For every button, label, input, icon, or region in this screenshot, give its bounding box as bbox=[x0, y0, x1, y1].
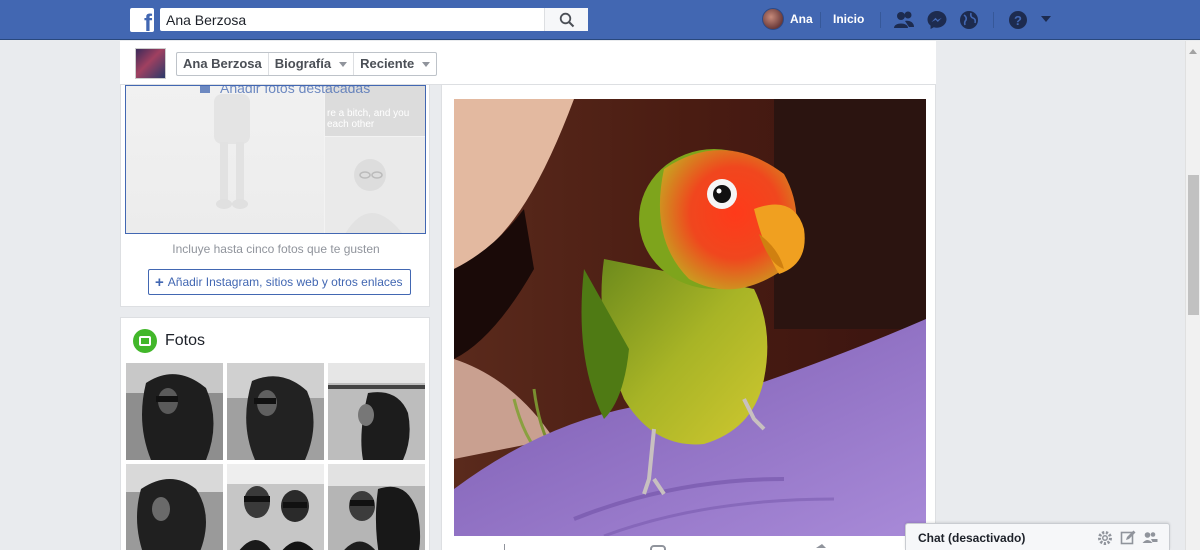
post-actions bbox=[454, 540, 926, 550]
photos-icon bbox=[133, 329, 157, 353]
home-link[interactable]: Inicio bbox=[833, 12, 864, 26]
search-icon bbox=[559, 12, 574, 27]
tab-timeline[interactable]: Biografía bbox=[269, 53, 355, 75]
add-links-button[interactable]: + Añadir Instagram, sitios web y otros e… bbox=[148, 269, 411, 295]
person-silhouette-image bbox=[214, 94, 250, 209]
share-icon[interactable] bbox=[816, 544, 826, 550]
divider bbox=[880, 12, 881, 28]
search-button[interactable] bbox=[544, 8, 588, 31]
search-input[interactable] bbox=[160, 8, 544, 31]
timeline-navigation: Ana Berzosa Biografía Reciente bbox=[120, 41, 936, 85]
facebook-logo-icon[interactable]: f bbox=[130, 8, 154, 32]
chat-status-label[interactable]: Chat (desactivado) bbox=[918, 531, 1025, 545]
create-group-icon[interactable] bbox=[1142, 530, 1158, 546]
right-column bbox=[937, 41, 1185, 550]
photo-thumbnail[interactable] bbox=[126, 363, 223, 460]
portrait-image bbox=[345, 159, 403, 233]
featured-photo-portrait bbox=[325, 137, 425, 233]
photo-thumbnail[interactable] bbox=[328, 363, 425, 460]
scroll-up-icon[interactable] bbox=[1189, 49, 1197, 54]
account-menu-chevron-down-icon[interactable] bbox=[1038, 11, 1054, 27]
photo-thumbnail[interactable] bbox=[126, 464, 223, 550]
featured-photo-caption: re a bitch, and you each other bbox=[327, 108, 410, 130]
add-featured-photos-link[interactable]: Añadir fotos destacadas bbox=[200, 86, 370, 96]
comment-icon[interactable] bbox=[650, 545, 666, 550]
post-card bbox=[441, 85, 936, 550]
chat-bar[interactable]: Chat (desactivado) bbox=[905, 523, 1170, 550]
parrot-photo-image bbox=[454, 99, 926, 536]
notifications-globe-icon[interactable] bbox=[958, 9, 980, 31]
post-photo[interactable] bbox=[454, 99, 926, 536]
tab-profile-name[interactable]: Ana Berzosa bbox=[177, 53, 269, 75]
photos-title[interactable]: Fotos bbox=[165, 332, 205, 350]
timeline-tabs: Ana Berzosa Biografía Reciente bbox=[176, 52, 438, 76]
scroll-thumb[interactable] bbox=[1188, 175, 1199, 315]
top-navigation-bar: f Ana Inicio ? bbox=[0, 0, 1200, 40]
messenger-icon[interactable] bbox=[926, 9, 948, 31]
photo-icon bbox=[200, 86, 210, 93]
new-message-icon[interactable] bbox=[1120, 530, 1136, 546]
search-box bbox=[160, 8, 588, 31]
plus-icon: + bbox=[155, 273, 164, 291]
divider bbox=[993, 12, 994, 28]
divider bbox=[820, 12, 821, 28]
chevron-down-icon bbox=[422, 61, 431, 67]
photos-card: Fotos bbox=[120, 317, 430, 550]
avatar bbox=[762, 8, 784, 30]
intro-card: re a bitch, and you each other Añadir fo… bbox=[120, 85, 430, 307]
photo-thumbnail[interactable] bbox=[227, 363, 324, 460]
tab-recent[interactable]: Reciente bbox=[354, 53, 436, 75]
featured-photos[interactable]: re a bitch, and you each other Añadir fo… bbox=[125, 85, 426, 234]
svg-text:?: ? bbox=[1014, 13, 1022, 28]
like-icon[interactable] bbox=[499, 544, 511, 550]
profile-name: Ana bbox=[790, 12, 813, 26]
profile-thumbnail[interactable] bbox=[135, 48, 166, 79]
featured-photo-main bbox=[126, 86, 324, 233]
gear-icon[interactable] bbox=[1097, 530, 1113, 546]
page-scrollbar[interactable] bbox=[1185, 41, 1200, 550]
photo-thumbnail[interactable] bbox=[227, 464, 324, 550]
photo-thumbnail[interactable] bbox=[328, 464, 425, 550]
featured-hint: Incluye hasta cinco fotos que te gusten bbox=[172, 242, 380, 256]
friend-requests-icon[interactable] bbox=[893, 9, 915, 31]
profile-link[interactable]: Ana bbox=[762, 8, 813, 30]
help-icon[interactable]: ? bbox=[1007, 9, 1029, 31]
chevron-down-icon bbox=[339, 61, 348, 67]
